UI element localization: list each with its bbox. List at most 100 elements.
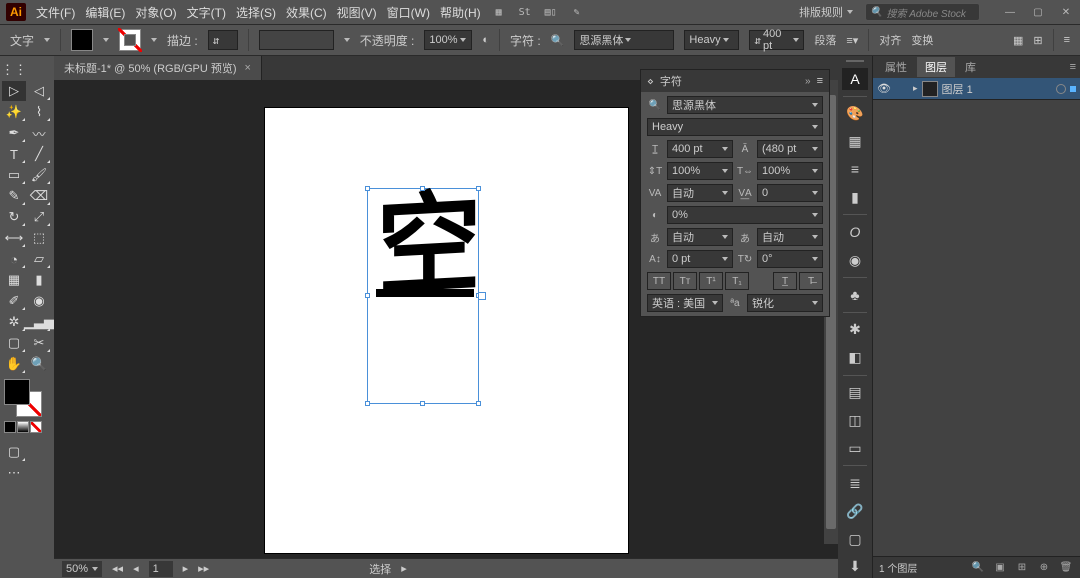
layer-name[interactable]: 图层 1	[942, 81, 973, 97]
rotate-tool[interactable]: ↻	[2, 207, 26, 227]
chevron-down-icon[interactable]	[151, 38, 157, 42]
pen-tool[interactable]: ✒	[2, 123, 26, 143]
new-sublayer-button[interactable]: ⊞	[1014, 560, 1030, 576]
artboard-nav-next1[interactable]: ▸	[183, 562, 189, 575]
antialiasing-select[interactable]: 锐化	[747, 294, 823, 312]
gripper-icon[interactable]: ⋮⋮	[2, 60, 26, 80]
font-family-field[interactable]: 思源黑体	[574, 30, 674, 50]
line-tool[interactable]: ╱	[27, 144, 51, 164]
paintbrush-tool[interactable]: 🖌	[27, 165, 51, 185]
chevron-down-icon[interactable]	[103, 38, 109, 42]
direct-selection-tool[interactable]: ◁	[27, 81, 51, 101]
menu-window[interactable]: 窗口(W)	[387, 4, 430, 21]
stroke-weight-field[interactable]: ⇵	[208, 30, 238, 50]
paragraph-button[interactable]: 段落	[814, 32, 836, 48]
brushes-dock-icon[interactable]: ✱	[842, 319, 868, 341]
asset-export-dock-icon[interactable]: ⬇	[842, 556, 868, 578]
small-caps-button[interactable]: Tᴛ	[673, 272, 697, 290]
font-weight-field[interactable]: Heavy	[684, 30, 739, 50]
visibility-toggle[interactable]: 👁	[877, 82, 891, 95]
bridge-icon[interactable]: ▦	[491, 4, 507, 20]
color-mode-gradient[interactable]	[17, 421, 29, 433]
artboard-nav-prev[interactable]: ◂◂	[112, 562, 123, 575]
color-mode-solid[interactable]	[4, 421, 16, 433]
menu-select[interactable]: 选择(S)	[236, 4, 276, 21]
close-tab-icon[interactable]: ×	[245, 62, 251, 74]
auto1-select[interactable]: 自动	[667, 228, 733, 246]
brush-field[interactable]	[259, 30, 334, 50]
menu-help[interactable]: 帮助(H)	[440, 4, 481, 21]
transparency-dock-icon[interactable]: O	[842, 221, 868, 243]
shaper-tool[interactable]: ✎	[2, 186, 26, 206]
foreground-swatch[interactable]	[4, 379, 30, 405]
chevron-down-icon[interactable]	[344, 38, 350, 42]
menu-edit[interactable]: 编辑(E)	[85, 4, 125, 21]
panel-menu-icon[interactable]: ≡	[1064, 34, 1070, 46]
opacity-field[interactable]: 100%	[424, 30, 472, 50]
delete-layer-button[interactable]: 🗑	[1058, 560, 1074, 576]
menu-effect[interactable]: 效果(C)	[286, 4, 327, 21]
rectangle-tool[interactable]: ▭	[2, 165, 26, 185]
xd-icon[interactable]: ⊞	[1033, 34, 1042, 47]
graphic-styles-dock-icon[interactable]: ◧	[842, 347, 868, 369]
vscale-select[interactable]: 100%	[667, 162, 733, 180]
symbol-sprayer-tool[interactable]: ✲	[2, 312, 26, 332]
maximize-button[interactable]: ▢	[1030, 4, 1046, 20]
kerning-select[interactable]: 自动	[667, 184, 733, 202]
width-tool[interactable]: ⟷	[2, 228, 26, 248]
superscript-button[interactable]: T¹	[699, 272, 723, 290]
tracking-select[interactable]: 0	[757, 184, 823, 202]
hscale-select[interactable]: 100%	[757, 162, 823, 180]
text-outport[interactable]	[478, 292, 486, 300]
screen-mode-tool[interactable]: ▢	[2, 442, 26, 462]
magic-wand-tool[interactable]: ✨	[2, 102, 26, 122]
gpu-icon[interactable]: ✎	[569, 4, 585, 20]
perspective-tool[interactable]: ▱	[27, 249, 51, 269]
menu-view[interactable]: 视图(V)	[337, 4, 377, 21]
resize-handle[interactable]	[476, 401, 481, 406]
font-size-field[interactable]: ⇵ 400 pt	[749, 30, 804, 50]
artboard-nav-next[interactable]: ▸▸	[198, 562, 209, 575]
document-tab[interactable]: 未标题-1* @ 50% (RGB/GPU 预览) ×	[54, 56, 262, 80]
free-transform-tool[interactable]: ⬚	[27, 228, 51, 248]
subscript-button[interactable]: T₁	[725, 272, 749, 290]
fill-swatch[interactable]	[71, 29, 93, 51]
resize-handle[interactable]	[420, 186, 425, 191]
graph-tool[interactable]: ▁▃▅	[27, 312, 51, 332]
symbols-dock-icon[interactable]: ♣	[842, 284, 868, 306]
mesh-tool[interactable]: ▦	[2, 270, 26, 290]
eyedropper-tool[interactable]: ✐	[2, 291, 26, 311]
transform-dock-icon[interactable]: ▭	[842, 437, 868, 459]
artboard-tool[interactable]: ▢	[2, 333, 26, 353]
blend-tool[interactable]: ◉	[27, 291, 51, 311]
isolate-icon[interactable]: ▦	[1013, 34, 1023, 47]
tab-properties[interactable]: 属性	[877, 57, 915, 77]
transform-button[interactable]: 变换	[911, 32, 933, 48]
color-dock-icon[interactable]: 🎨	[842, 102, 868, 124]
artboards-dock-icon[interactable]: ▢	[842, 528, 868, 550]
rotation-select[interactable]: 0°	[757, 250, 823, 268]
collapse-icon[interactable]: »	[805, 76, 811, 87]
character-dock-icon[interactable]: A	[842, 68, 868, 90]
selection-tool[interactable]: ▷	[2, 81, 26, 101]
artboard-index-field[interactable]: 1	[149, 561, 173, 577]
eraser-tool[interactable]: ⌫	[27, 186, 51, 206]
status-menu-icon[interactable]: ▸	[401, 562, 407, 575]
slice-tool[interactable]: ✂	[27, 333, 51, 353]
auto2-select[interactable]: 自动	[757, 228, 823, 246]
font-size-select[interactable]: 400 pt	[667, 140, 733, 158]
workspace-switcher[interactable]: 排版规则	[799, 4, 853, 20]
menu-object[interactable]: 对象(O)	[135, 4, 176, 21]
stroke-swatch[interactable]	[119, 29, 141, 51]
fill-stroke-swatch[interactable]	[2, 375, 52, 437]
baseline-select[interactable]: 0 pt	[667, 250, 733, 268]
menu-type[interactable]: 文字(T)	[187, 4, 226, 21]
resize-handle[interactable]	[420, 401, 425, 406]
layer-row[interactable]: 👁 ▸ 图层 1	[873, 78, 1080, 100]
underline-button[interactable]: T̲	[773, 272, 797, 290]
new-layer-button[interactable]: ⊕	[1036, 560, 1052, 576]
menu-file[interactable]: 文件(F)	[36, 4, 75, 21]
color-mode-none[interactable]	[30, 421, 42, 433]
curvature-tool[interactable]: 〰	[27, 123, 51, 143]
zoom-tool[interactable]: 🔍	[27, 354, 51, 374]
